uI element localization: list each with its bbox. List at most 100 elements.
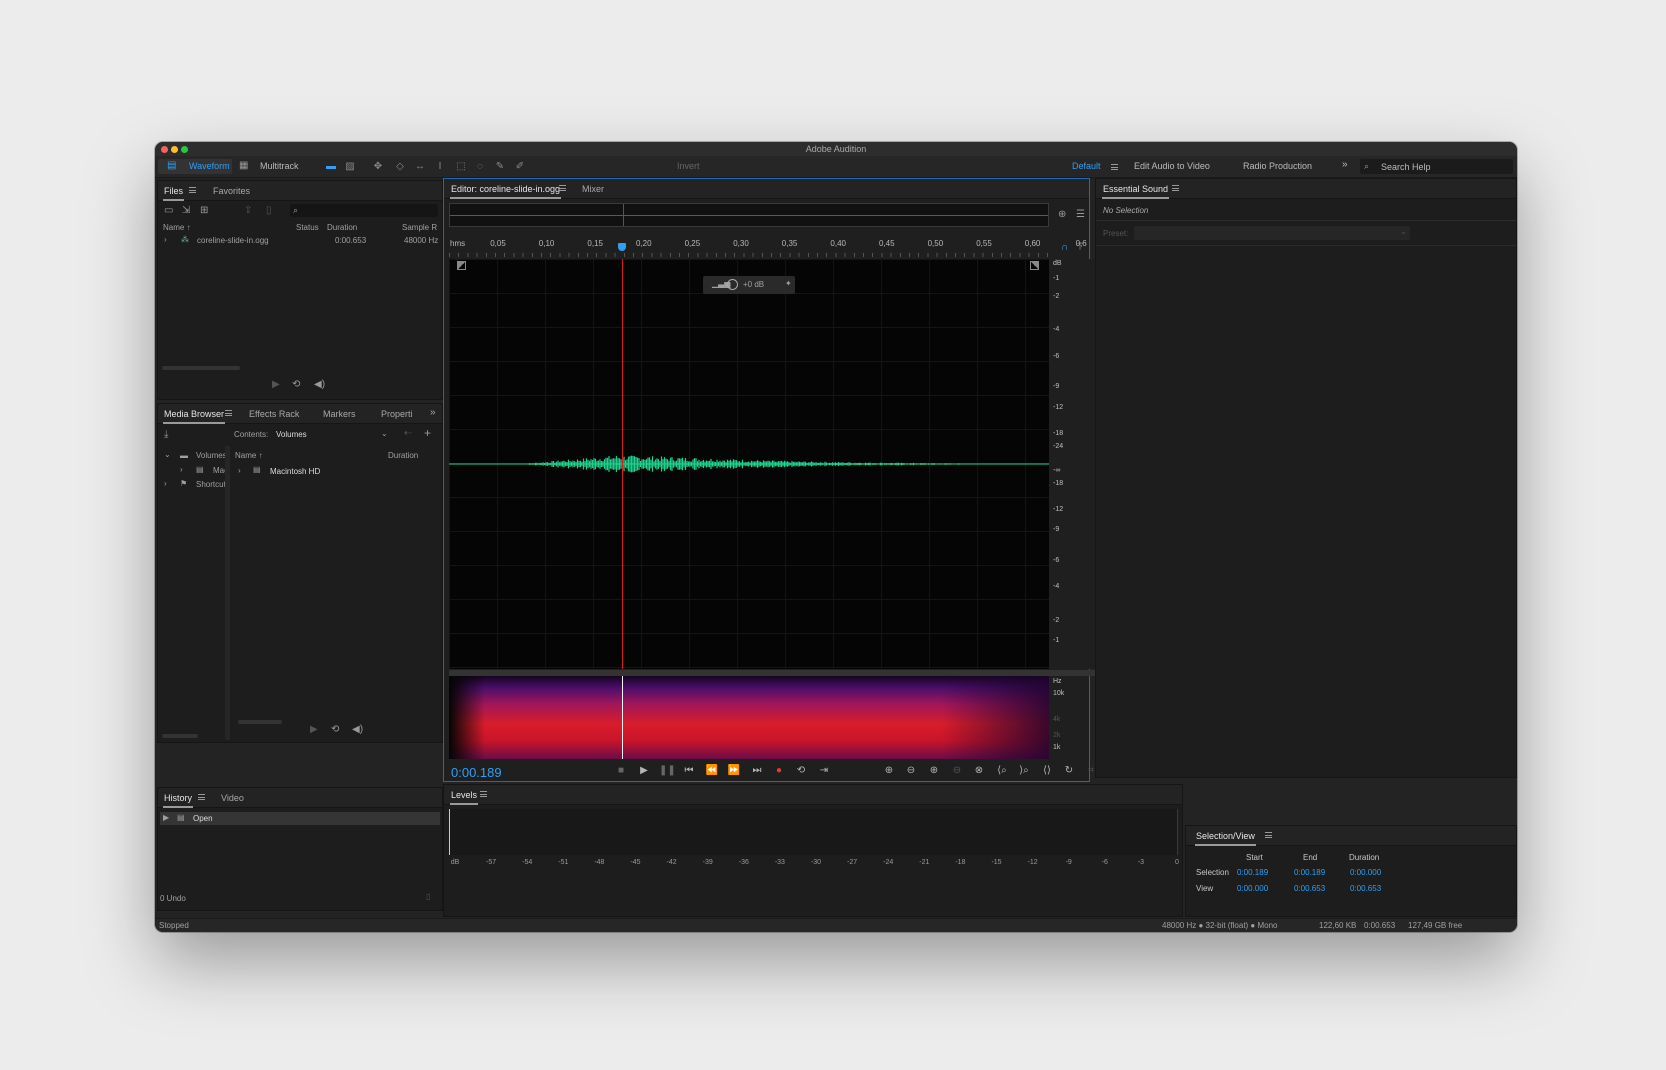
more-tabs-icon[interactable]: » bbox=[430, 407, 436, 418]
column-sample-rate[interactable]: Sample R bbox=[402, 223, 437, 232]
tab-mixer[interactable]: Mixer bbox=[582, 184, 604, 194]
tab-selection-view[interactable]: Selection/View bbox=[1195, 831, 1256, 846]
minimize-window-button[interactable] bbox=[171, 146, 178, 153]
files-search-input[interactable]: ⌕ bbox=[290, 204, 438, 217]
move-tool-icon[interactable]: ✥ bbox=[371, 160, 385, 173]
tree-volumes[interactable]: Volumes bbox=[196, 451, 227, 460]
trash-icon[interactable]: ▯ bbox=[426, 892, 430, 901]
rewind-icon[interactable]: ⏪ bbox=[705, 765, 719, 776]
zoom-window-button[interactable] bbox=[181, 146, 188, 153]
zoom-navigator-icon[interactable]: ⊕ bbox=[1058, 209, 1066, 221]
razor-tool-icon[interactable]: ◇ bbox=[393, 160, 407, 173]
panel-options-icon[interactable]: ☰ bbox=[1076, 209, 1085, 221]
waveform-view-icon[interactable]: ▬ bbox=[324, 160, 338, 173]
tab-properties[interactable]: Properti bbox=[381, 409, 413, 419]
stop-icon[interactable]: ■ bbox=[614, 765, 628, 776]
brush-tool-icon[interactable]: ✎ bbox=[493, 160, 507, 173]
history-item[interactable]: ▶ ▤ Open bbox=[160, 812, 440, 825]
history-menu-icon[interactable] bbox=[198, 794, 205, 800]
selection-duration-field[interactable]: 0:00.000 bbox=[1350, 868, 1381, 877]
waveform-mode-button[interactable]: ▤ Waveform bbox=[158, 159, 232, 174]
search-help-field[interactable]: ⌕ Search Help bbox=[1360, 159, 1513, 174]
levels-menu-icon[interactable] bbox=[480, 791, 487, 797]
chevron-right-icon[interactable]: › bbox=[164, 479, 167, 488]
tab-essential-sound[interactable]: Essential Sound bbox=[1101, 184, 1170, 199]
column-duration[interactable]: Duration bbox=[327, 223, 357, 232]
essential-sound-menu-icon[interactable] bbox=[1172, 185, 1179, 191]
open-file-icon[interactable]: ▭ bbox=[164, 205, 173, 217]
editor-menu-icon[interactable] bbox=[559, 185, 566, 191]
column-status[interactable]: Status bbox=[296, 223, 319, 232]
fade-in-handle[interactable] bbox=[457, 261, 466, 270]
more-workspaces-icon[interactable]: » bbox=[1342, 159, 1348, 170]
loop-playback-icon[interactable]: ⟲ bbox=[794, 765, 808, 776]
import-file-icon[interactable]: ⇲ bbox=[182, 205, 190, 217]
media-browser-menu-icon[interactable] bbox=[225, 410, 232, 416]
spectral-view-icon[interactable]: ▨ bbox=[343, 160, 357, 173]
tab-markers[interactable]: Markers bbox=[323, 409, 356, 419]
horizontal-scrollbar[interactable] bbox=[238, 720, 282, 724]
tab-media-browser[interactable]: Media Browser bbox=[162, 409, 226, 424]
skip-selection-icon[interactable]: ⇥ bbox=[817, 765, 831, 776]
tab-history[interactable]: History bbox=[162, 793, 194, 808]
tab-effects-rack[interactable]: Effects Rack bbox=[249, 409, 299, 419]
slip-tool-icon[interactable]: ↔ bbox=[413, 160, 427, 173]
playhead-line[interactable] bbox=[622, 259, 623, 669]
list-item[interactable]: Macintosh HD bbox=[270, 467, 320, 476]
record-icon[interactable]: ● bbox=[772, 765, 786, 776]
column-name[interactable]: Name ↑ bbox=[163, 223, 191, 232]
view-end-field[interactable]: 0:00.653 bbox=[1294, 884, 1325, 893]
tab-favorites[interactable]: Favorites bbox=[213, 186, 250, 196]
autoplay-speaker-icon[interactable]: ◀) bbox=[352, 724, 363, 736]
zoom-full-icon[interactable]: ⊗ bbox=[972, 765, 986, 776]
waveform-display[interactable]: ▁▃▅ +0 dB ✦ bbox=[449, 259, 1049, 669]
invert-button[interactable]: Invert bbox=[677, 161, 700, 171]
pin-icon[interactable]: ✦ bbox=[785, 279, 792, 288]
marker-pin-icon[interactable]: ⍑ bbox=[1077, 242, 1083, 254]
table-row[interactable]: › ⁂ coreline-slide-in.ogg 0:00.653 48000… bbox=[159, 233, 441, 247]
fast-forward-icon[interactable]: ⏩ bbox=[727, 765, 741, 776]
zoom-in-amplitude-icon[interactable]: ⊕ bbox=[882, 765, 896, 776]
files-panel-menu-icon[interactable] bbox=[189, 187, 196, 193]
view-start-field[interactable]: 0:00.000 bbox=[1237, 884, 1268, 893]
zoom-out-amplitude-icon[interactable]: ⊖ bbox=[904, 765, 918, 776]
overview-navigator[interactable] bbox=[449, 203, 1049, 227]
lasso-tool-icon[interactable]: ◌ bbox=[473, 160, 487, 173]
horizontal-scrollbar[interactable] bbox=[162, 366, 240, 370]
workspace-default[interactable]: Default bbox=[1072, 161, 1101, 171]
time-selection-tool-icon[interactable]: I bbox=[433, 160, 447, 173]
chevron-right-icon[interactable]: › bbox=[164, 234, 167, 246]
pause-icon[interactable]: ❚❚ bbox=[659, 765, 676, 776]
back-arrow-icon[interactable]: ⇠ bbox=[404, 428, 412, 440]
chevron-right-icon[interactable]: › bbox=[238, 466, 241, 475]
selection-start-field[interactable]: 0:00.189 bbox=[1237, 868, 1268, 877]
fade-out-handle[interactable] bbox=[1030, 261, 1039, 270]
zoom-selection-icon[interactable]: ⟨⟩ bbox=[1040, 765, 1054, 776]
loop-icon[interactable]: ⟲ bbox=[292, 379, 300, 391]
horizontal-scrollbar[interactable] bbox=[162, 734, 198, 738]
chevron-right-icon[interactable]: › bbox=[180, 465, 183, 474]
gain-knob-icon[interactable] bbox=[727, 279, 738, 290]
loop-icon[interactable]: ⟲ bbox=[331, 724, 339, 736]
zoom-in-point-icon[interactable]: ⟨⌕ bbox=[995, 765, 1009, 776]
workspace-edit-audio-to-video[interactable]: Edit Audio to Video bbox=[1134, 161, 1210, 171]
download-icon[interactable]: ⤓ bbox=[164, 429, 168, 441]
selection-end-field[interactable]: 0:00.189 bbox=[1294, 868, 1325, 877]
zoom-in-time-icon[interactable]: ⊕ bbox=[927, 765, 941, 776]
spectrogram-display[interactable] bbox=[449, 676, 1049, 759]
playhead-marker[interactable] bbox=[618, 243, 626, 251]
multitrack-mode-button[interactable]: ▦ Multitrack bbox=[233, 159, 313, 174]
column-name[interactable]: Name ↑ bbox=[235, 451, 263, 460]
autoplay-speaker-icon[interactable]: ◀) bbox=[314, 379, 325, 391]
contents-dropdown[interactable]: Volumes ⌄ bbox=[273, 428, 392, 440]
close-window-button[interactable] bbox=[161, 146, 168, 153]
skip-to-end-icon[interactable]: ⏭ bbox=[750, 765, 764, 776]
insert-icon[interactable]: ⇪ bbox=[244, 205, 252, 217]
skip-to-start-icon[interactable]: ⏮ bbox=[682, 765, 696, 776]
tab-editor[interactable]: Editor: coreline-slide-in.ogg bbox=[449, 184, 562, 199]
add-shortcut-icon[interactable]: + bbox=[424, 427, 431, 439]
view-duration-field[interactable]: 0:00.653 bbox=[1350, 884, 1381, 893]
play-icon[interactable]: ▶ bbox=[310, 724, 318, 736]
healing-tool-icon[interactable]: ✐ bbox=[513, 160, 527, 173]
tab-video[interactable]: Video bbox=[221, 793, 244, 803]
